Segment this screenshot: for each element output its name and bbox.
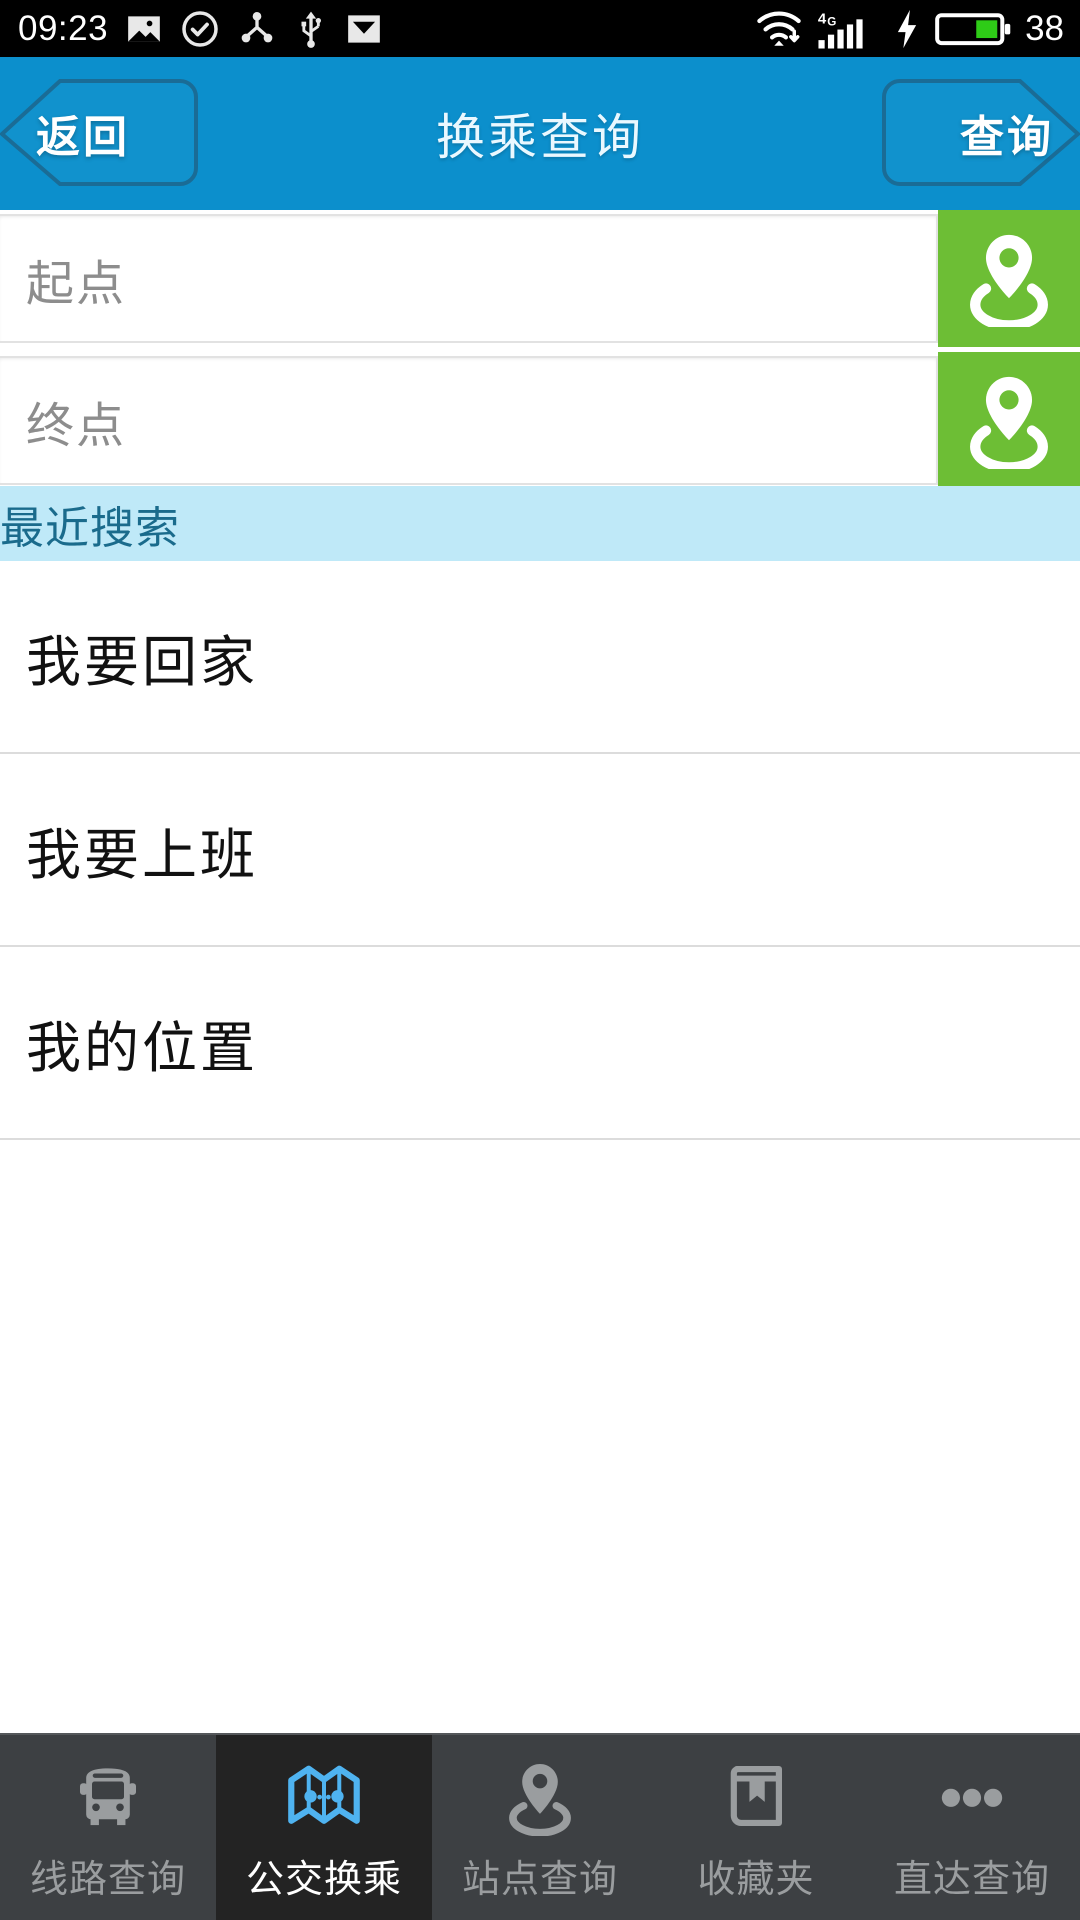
svg-text:4: 4 bbox=[818, 10, 827, 27]
map-pin-icon bbox=[970, 234, 1048, 327]
tab-label: 公交换乘 bbox=[245, 1859, 402, 1901]
charging-bolt-icon bbox=[897, 9, 917, 48]
list-item[interactable]: 我要上班 bbox=[0, 754, 1080, 947]
bottom-navigation: 线路查询 公交换乘 站点查询 收藏夹 直达查询 bbox=[0, 1733, 1080, 1920]
app-header: 返回 换乘查询 查询 bbox=[0, 57, 1080, 210]
check-circle-icon bbox=[182, 10, 218, 47]
battery-percent: 38 bbox=[1025, 9, 1064, 48]
destination-row: 终点 bbox=[0, 352, 1080, 489]
bookmark-book-icon bbox=[716, 1752, 796, 1836]
battery-icon bbox=[935, 12, 1011, 45]
station-pin-icon bbox=[500, 1752, 580, 1836]
origin-locate-button[interactable] bbox=[938, 210, 1080, 347]
status-bar-left: 09:23 bbox=[0, 9, 383, 49]
list-item-label: 我的位置 bbox=[26, 1016, 259, 1079]
map-pin-icon bbox=[970, 376, 1048, 469]
tab-station-query[interactable]: 站点查询 bbox=[432, 1735, 648, 1920]
svg-text:G: G bbox=[827, 15, 836, 28]
tab-label: 线路查询 bbox=[29, 1859, 186, 1901]
folded-map-icon bbox=[284, 1752, 364, 1836]
status-bar: 09:23 4 G 38 bbox=[0, 0, 1080, 57]
tab-route-query[interactable]: 线路查询 bbox=[0, 1735, 216, 1920]
recent-search-title: 最近搜索 bbox=[0, 503, 180, 553]
list-item-label: 我要回家 bbox=[26, 630, 259, 693]
query-button-label: 查询 bbox=[960, 112, 1054, 162]
more-dots-icon bbox=[932, 1752, 1012, 1836]
mail-icon bbox=[348, 14, 380, 43]
origin-placeholder: 起点 bbox=[26, 257, 127, 311]
tab-direct-query[interactable]: 直达查询 bbox=[864, 1735, 1080, 1920]
destination-locate-button[interactable] bbox=[938, 352, 1080, 489]
list-item-label: 我要上班 bbox=[26, 823, 259, 886]
destination-placeholder: 终点 bbox=[26, 399, 127, 453]
tab-label: 直达查询 bbox=[893, 1859, 1050, 1901]
status-bar-right: 4 G 38 bbox=[755, 8, 1080, 50]
wifi-download-icon bbox=[757, 10, 801, 46]
bus-icon bbox=[68, 1752, 148, 1836]
origin-row: 起点 bbox=[0, 210, 1080, 347]
image-icon bbox=[128, 15, 160, 42]
list-item[interactable]: 我要回家 bbox=[0, 561, 1080, 754]
status-time: 09:23 bbox=[18, 9, 109, 48]
page-title: 换乘查询 bbox=[435, 111, 644, 165]
tab-favorites[interactable]: 收藏夹 bbox=[648, 1735, 864, 1920]
recent-search-header: 最近搜索 bbox=[0, 486, 1080, 561]
back-button-label: 返回 bbox=[36, 112, 130, 162]
app-screen: 09:23 4 G 38 返回 换乘查询 查询 起点 终点 最近搜索 我要回家 … bbox=[0, 0, 1080, 1920]
list-item[interactable]: 我的位置 bbox=[0, 947, 1080, 1140]
tab-transfer-query[interactable]: 公交换乘 bbox=[216, 1735, 432, 1920]
tab-label: 站点查询 bbox=[461, 1859, 618, 1901]
tab-label: 收藏夹 bbox=[697, 1859, 815, 1901]
destination-input[interactable]: 终点 bbox=[0, 356, 938, 485]
recent-search-list: 我要回家 我要上班 我的位置 bbox=[0, 561, 1080, 1140]
signal-4g-icon: 4 G bbox=[818, 10, 863, 49]
search-form: 起点 终点 bbox=[0, 210, 1080, 489]
share-icon bbox=[241, 11, 273, 42]
origin-input[interactable]: 起点 bbox=[0, 214, 938, 343]
usb-icon bbox=[301, 11, 322, 48]
